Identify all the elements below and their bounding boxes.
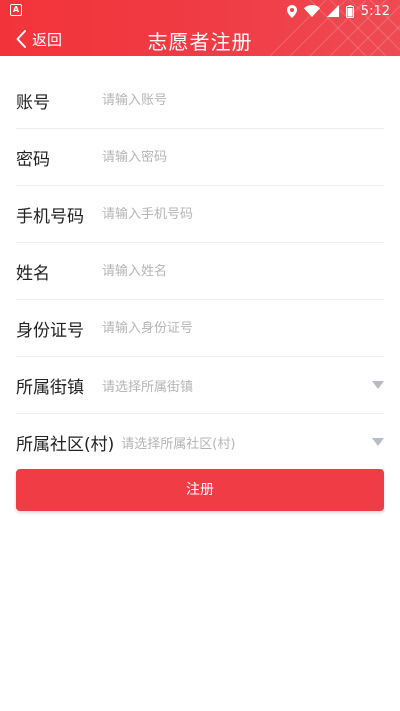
header-bar: A 5:12 返回 志愿者注册 bbox=[0, 0, 400, 56]
phone-row: 手机号码 bbox=[16, 186, 384, 243]
status-icons: 5:12 bbox=[286, 2, 390, 20]
community-placeholder: 请选择所属社区(村) bbox=[121, 436, 236, 452]
id-number-input[interactable] bbox=[102, 320, 384, 336]
name-input[interactable] bbox=[102, 263, 384, 279]
id-number-label: 身份证号 bbox=[16, 320, 84, 341]
registration-form: 账号 密码 手机号码 姓名 身份证号 所属街镇 请选择所属街镇 所属社区(村) … bbox=[16, 72, 384, 470]
location-icon bbox=[286, 4, 297, 18]
name-label: 姓名 bbox=[16, 263, 50, 284]
street-label: 所属街镇 bbox=[16, 377, 84, 398]
password-label: 密码 bbox=[16, 149, 50, 170]
name-row: 姓名 bbox=[16, 243, 384, 300]
dropdown-arrow-icon bbox=[372, 438, 384, 446]
street-placeholder: 请选择所属街镇 bbox=[102, 379, 194, 395]
phone-input[interactable] bbox=[102, 206, 384, 222]
nav-bar: 返回 志愿者注册 bbox=[0, 22, 400, 56]
street-select[interactable]: 所属街镇 请选择所属街镇 bbox=[16, 357, 384, 414]
status-bar: A 5:12 bbox=[0, 0, 400, 22]
account-input[interactable] bbox=[102, 92, 384, 108]
signal-icon bbox=[326, 5, 339, 17]
account-label: 账号 bbox=[16, 92, 50, 113]
community-select[interactable]: 所属社区(村) 请选择所属社区(村) bbox=[16, 414, 384, 470]
battery-icon bbox=[345, 4, 354, 18]
register-button[interactable]: 注册 bbox=[16, 469, 384, 511]
id-number-row: 身份证号 bbox=[16, 300, 384, 357]
phone-label: 手机号码 bbox=[16, 206, 84, 227]
wifi-icon bbox=[303, 5, 320, 17]
dropdown-arrow-icon bbox=[372, 381, 384, 389]
status-time: 5:12 bbox=[360, 3, 390, 19]
password-input[interactable] bbox=[102, 149, 384, 165]
password-row: 密码 bbox=[16, 129, 384, 186]
page-title: 志愿者注册 bbox=[147, 30, 253, 54]
status-app-badge: A bbox=[10, 4, 22, 16]
community-label: 所属社区(村) bbox=[16, 434, 115, 455]
account-row: 账号 bbox=[16, 72, 384, 129]
